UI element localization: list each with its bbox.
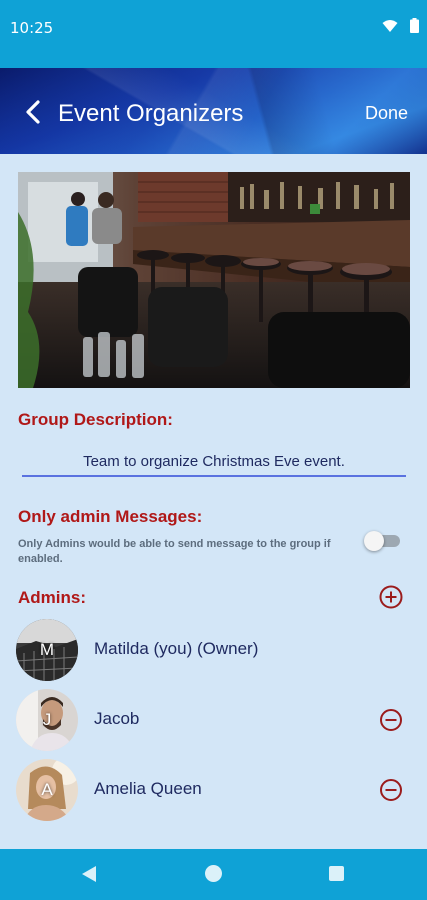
chevron-left-icon[interactable] — [20, 98, 48, 126]
done-button[interactable]: Done — [365, 103, 408, 124]
admin-name: Jacob — [94, 709, 140, 728]
status-time: 10:25 — [10, 19, 54, 37]
avatar-initial: M — [39, 640, 55, 659]
plus-circle-icon[interactable] — [378, 584, 404, 610]
system-nav-bar — [0, 849, 427, 900]
status-bar: 10:25 — [0, 0, 427, 68]
minus-circle-icon[interactable] — [379, 778, 403, 802]
admins-label: Admins: — [18, 588, 86, 607]
avatar: M — [16, 619, 78, 681]
page-title: Event Organizers — [58, 100, 244, 127]
square-recent-icon[interactable] — [329, 866, 344, 881]
bar-interior-photo — [18, 172, 410, 388]
group-description-field[interactable]: Team to organize Christmas Eve event. — [22, 453, 406, 470]
admin-list-item[interactable]: M Matilda (you) (Owner) — [16, 619, 411, 681]
minus-circle-icon[interactable] — [379, 708, 403, 732]
admin-name: Matilda (you) (Owner) — [94, 639, 259, 658]
admin-list-item[interactable]: J Jacob — [16, 689, 411, 751]
group-cover-image — [18, 172, 410, 388]
app-header: Event Organizers Done — [0, 68, 427, 154]
admin-messages-hint: Only Admins would be able to send messag… — [18, 538, 331, 565]
toggle-thumb — [364, 531, 384, 551]
avatar-initial: A — [41, 780, 53, 799]
battery-icon — [410, 18, 419, 33]
triangle-back-icon[interactable] — [81, 865, 97, 883]
admin-name: Amelia Queen — [94, 779, 202, 798]
admin-list-item[interactable]: A Amelia Queen — [16, 759, 411, 821]
avatar-initial: J — [42, 710, 52, 729]
avatar: J — [16, 689, 78, 751]
circle-home-icon[interactable] — [205, 865, 222, 882]
wifi-icon — [382, 19, 398, 32]
avatar: A — [16, 759, 78, 821]
description-underline — [22, 475, 406, 477]
admin-messages-toggle[interactable] — [364, 531, 400, 551]
status-icons — [382, 18, 419, 33]
group-description-label: Group Description: — [18, 410, 173, 429]
admin-messages-label: Only admin Messages: — [18, 507, 203, 526]
